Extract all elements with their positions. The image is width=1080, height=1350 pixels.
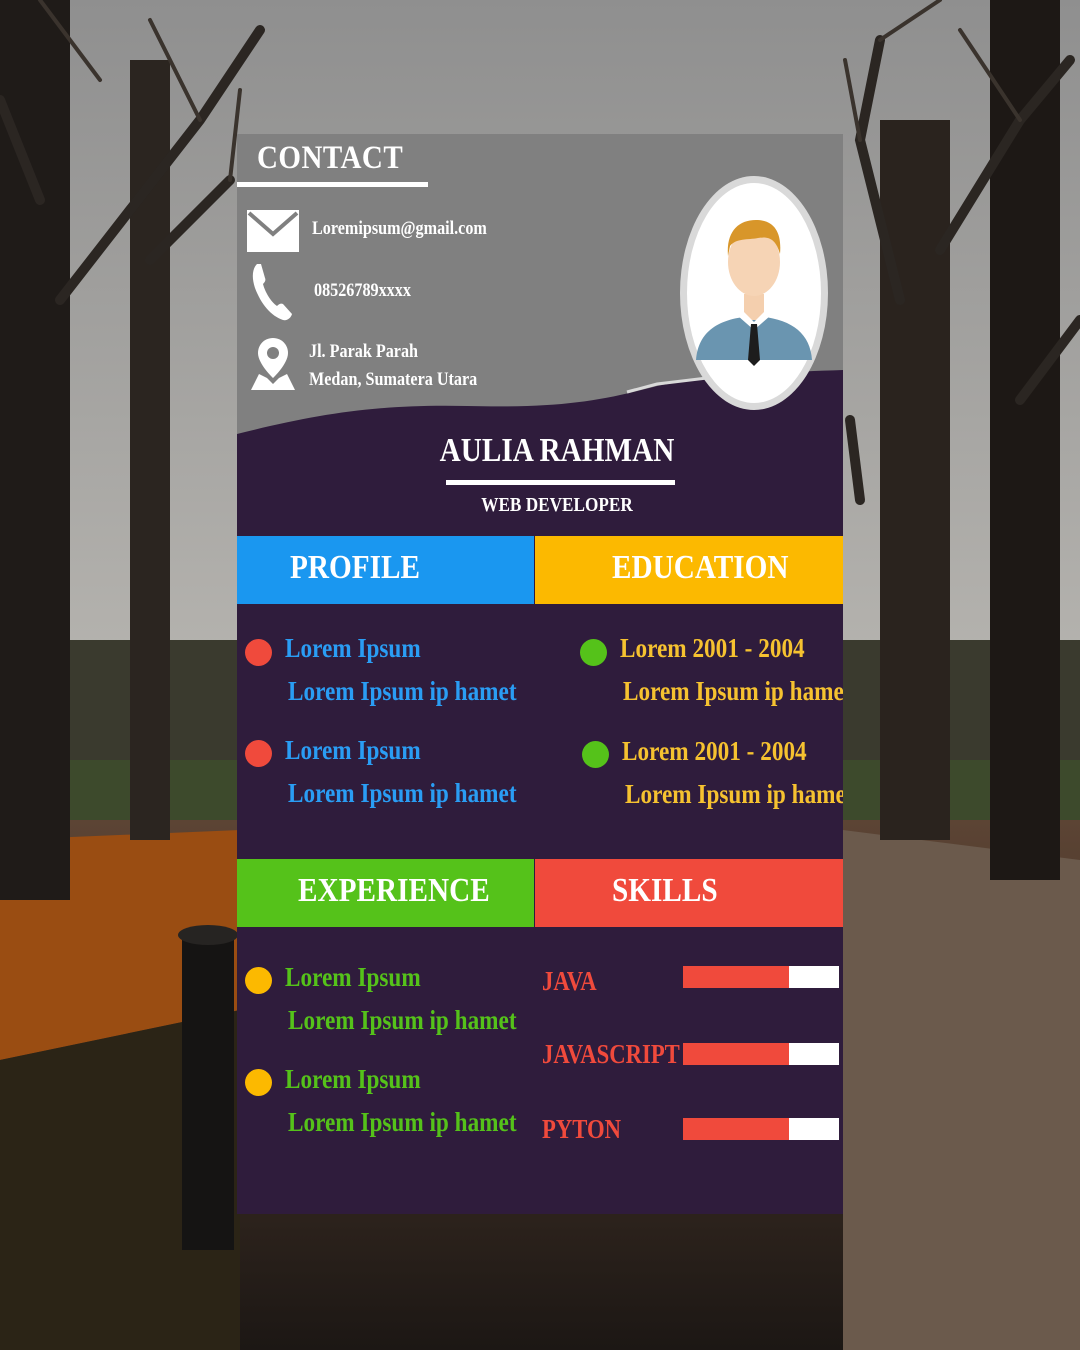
phone-text: 08526789xxxx [314, 280, 411, 301]
address-line1: Jl. Parak Parah [309, 341, 419, 362]
experience-item-title: Lorem Ipsum [285, 1064, 421, 1094]
profile-item-title: Lorem Ipsum [285, 735, 421, 765]
contact-title: CONTACT [257, 140, 404, 176]
profile-item-title: Lorem Ipsum [285, 633, 421, 663]
profile-item-desc: Lorem Ipsum ip hamet [288, 778, 517, 808]
name-underline [446, 480, 675, 485]
email-text: Loremipsum@gmail.com [312, 218, 487, 239]
skill-label: JAVA [542, 966, 597, 996]
education-item-title: Lorem 2001 - 2004 [622, 736, 807, 766]
profile-band: PROFILE [237, 536, 534, 604]
skills-band: SKILLS [535, 859, 843, 927]
person-name: AULIA RAHMAN [439, 432, 675, 469]
experience-item-desc: Lorem Ipsum ip hamet [288, 1005, 517, 1035]
experience-item-title: Lorem Ipsum [285, 962, 421, 992]
education-item-title: Lorem 2001 - 2004 [620, 633, 805, 663]
skill-bar-fill [683, 1043, 790, 1065]
experience-bullet [245, 1069, 272, 1096]
mail-icon [247, 210, 299, 252]
person-role: WEB DEVELOPER [481, 494, 633, 516]
skill-label: PYTON [542, 1114, 621, 1144]
skill-bar-fill [683, 1118, 790, 1140]
skill-bar [683, 1043, 839, 1065]
skill-bar [683, 966, 839, 988]
profile-bullet [245, 639, 272, 666]
education-item-desc: Lorem Ipsum ip hamet [625, 779, 843, 809]
profile-title: PROFILE [290, 549, 420, 586]
education-band: EDUCATION [535, 536, 843, 604]
skill-label: JAVASCRIPT [542, 1039, 680, 1069]
phone-icon [252, 264, 292, 321]
experience-title: EXPERIENCE [298, 872, 490, 909]
address-line2: Medan, Sumatera Utara [309, 369, 478, 390]
skills-title: SKILLS [612, 872, 718, 909]
education-title: EDUCATION [612, 549, 789, 586]
education-bullet [580, 639, 607, 666]
education-item-desc: Lorem Ipsum ip hamet [623, 676, 843, 706]
skill-bar-fill [683, 966, 790, 988]
contact-underline [237, 182, 428, 187]
education-bullet [582, 741, 609, 768]
profile-bullet [245, 740, 272, 767]
resume-card: CONTACT Loremipsum@gmail.com 08526789xxx… [237, 134, 843, 1214]
experience-item-desc: Lorem Ipsum ip hamet [288, 1107, 517, 1137]
profile-item-desc: Lorem Ipsum ip hamet [288, 676, 517, 706]
location-pin-icon [251, 338, 295, 390]
experience-bullet [245, 967, 272, 994]
skill-bar [683, 1118, 839, 1140]
avatar [680, 176, 828, 410]
experience-band: EXPERIENCE [237, 859, 534, 927]
